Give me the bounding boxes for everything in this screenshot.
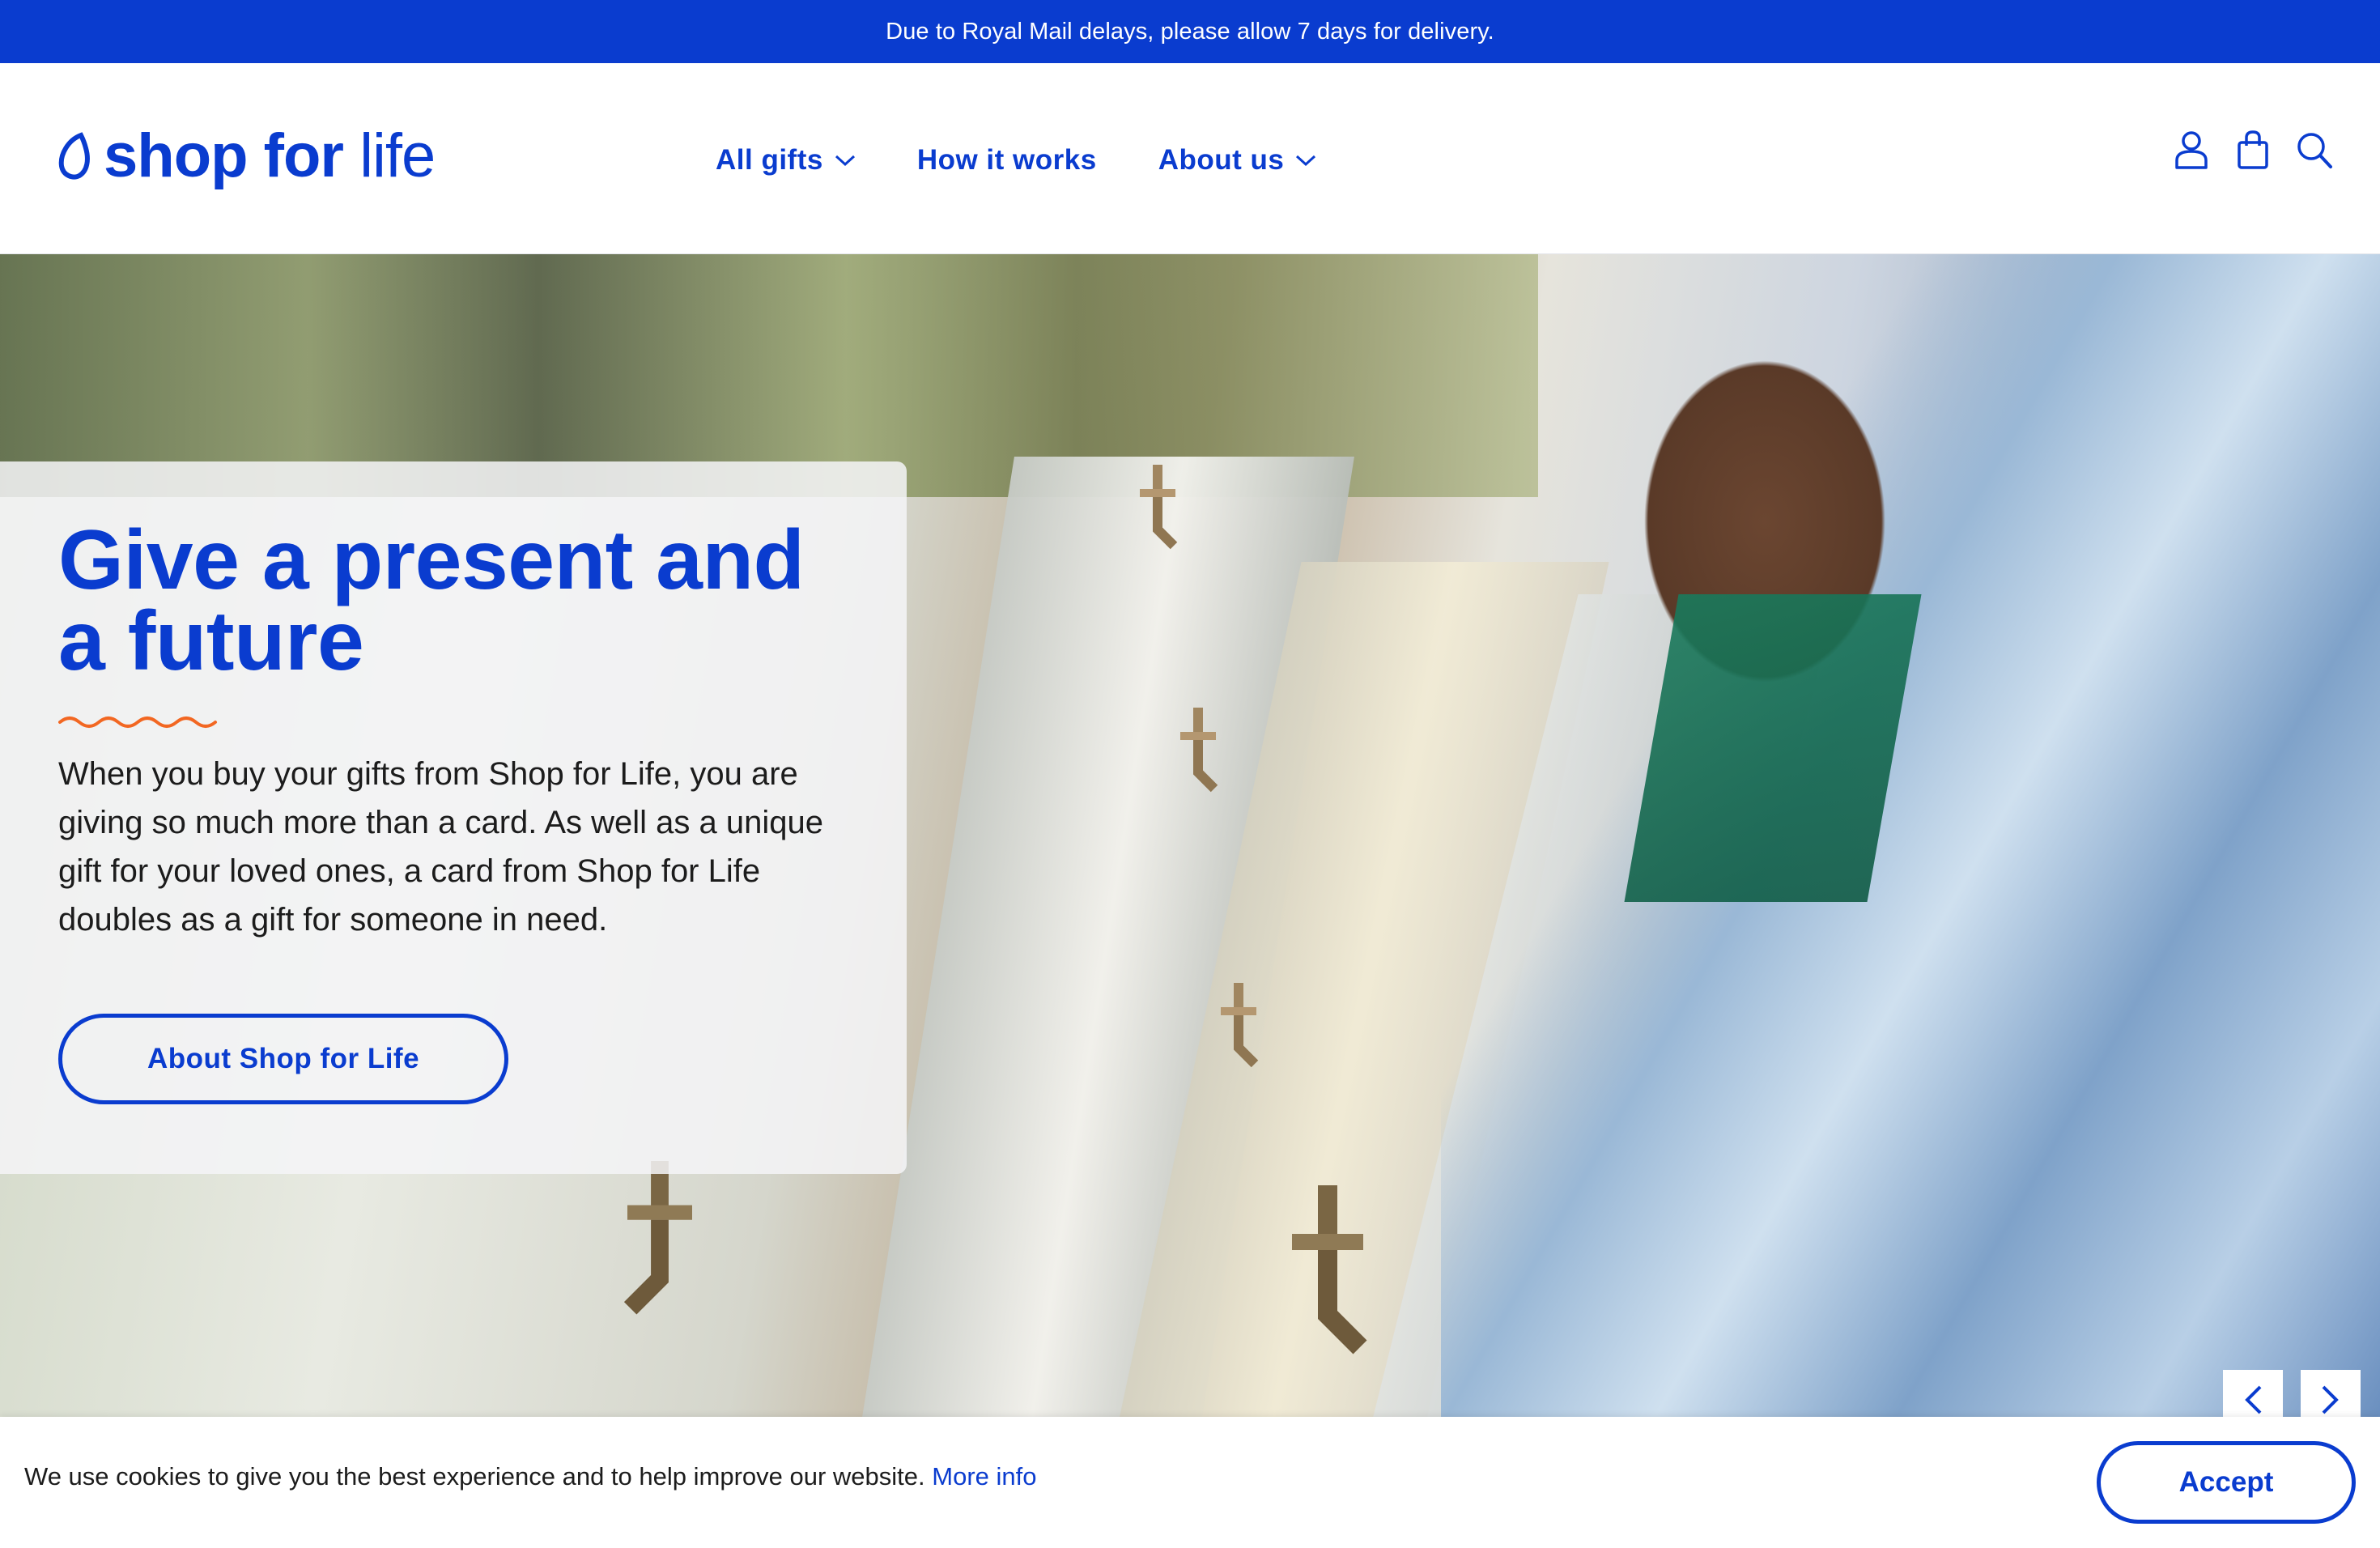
search-icon: [2297, 133, 2332, 168]
tap-icon: [1292, 1185, 1367, 1354]
announcement-bar: Due to Royal Mail delays, please allow 7…: [0, 0, 2380, 63]
hero-title: Give a present and a future: [58, 513, 805, 688]
tap-icon: [623, 1161, 692, 1315]
site-logo[interactable]: shop for life: [57, 120, 436, 193]
cookie-message: We use cookies to give you the best expe…: [24, 1462, 1036, 1491]
logo-wordmark: shop for life: [104, 125, 436, 187]
chevron-right-icon: [2322, 1385, 2339, 1414]
basket-button[interactable]: [2234, 130, 2272, 170]
carousel-controls: [2223, 1370, 2361, 1417]
site-header: shop for life All gifts How it works Abo…: [0, 63, 2380, 254]
cookie-banner: We use cookies to give you the best expe…: [0, 1417, 2380, 1548]
account-button[interactable]: [2173, 130, 2210, 170]
nav-item-about-us[interactable]: About us: [1158, 144, 1317, 176]
announcement-text: Due to Royal Mail delays, please allow 7…: [886, 18, 1494, 45]
nav-item-label: About us: [1158, 144, 1285, 176]
logo-word-life: life: [359, 121, 436, 190]
nav-item-all-gifts[interactable]: All gifts: [716, 144, 856, 176]
water-drop-logo-icon: [58, 132, 90, 180]
squiggle-divider-icon: [58, 717, 217, 728]
logo-word-shop: shop: [104, 121, 249, 190]
account-icon: [2175, 131, 2208, 169]
chevron-left-icon: [2245, 1385, 2262, 1414]
chevron-down-icon: [835, 155, 855, 167]
hero-card: Give a present and a future When you buy…: [0, 461, 907, 1174]
hero-banner: Give a present and a future When you buy…: [0, 254, 2380, 1417]
basket-icon: [2238, 130, 2268, 169]
tap-icon: [1140, 465, 1178, 550]
main-nav: All gifts How it works About us: [716, 136, 1316, 185]
carousel-prev-button[interactable]: [2223, 1370, 2283, 1417]
hero-photo-person: [1441, 254, 2380, 1417]
chevron-down-icon: [1296, 155, 1316, 167]
header-actions: [2173, 130, 2333, 170]
tap-icon: [1221, 983, 1259, 1068]
nav-item-label: How it works: [916, 144, 1097, 176]
cookie-text: We use cookies to give you the best expe…: [24, 1462, 925, 1491]
tap-icon: [1180, 708, 1218, 793]
hero-body: When you buy your gifts from Shop for Li…: [58, 756, 823, 938]
logo-word-for: for: [263, 121, 344, 190]
carousel-next-button[interactable]: [2301, 1370, 2361, 1417]
nav-item-label: All gifts: [716, 144, 823, 176]
accept-cookies-button[interactable]: Accept: [2097, 1441, 2356, 1524]
more-info-link[interactable]: More info: [932, 1462, 1036, 1491]
nav-item-how-it-works[interactable]: How it works: [917, 144, 1097, 176]
about-shop-for-life-button[interactable]: About Shop for Life: [58, 1014, 508, 1104]
search-button[interactable]: [2296, 130, 2333, 170]
